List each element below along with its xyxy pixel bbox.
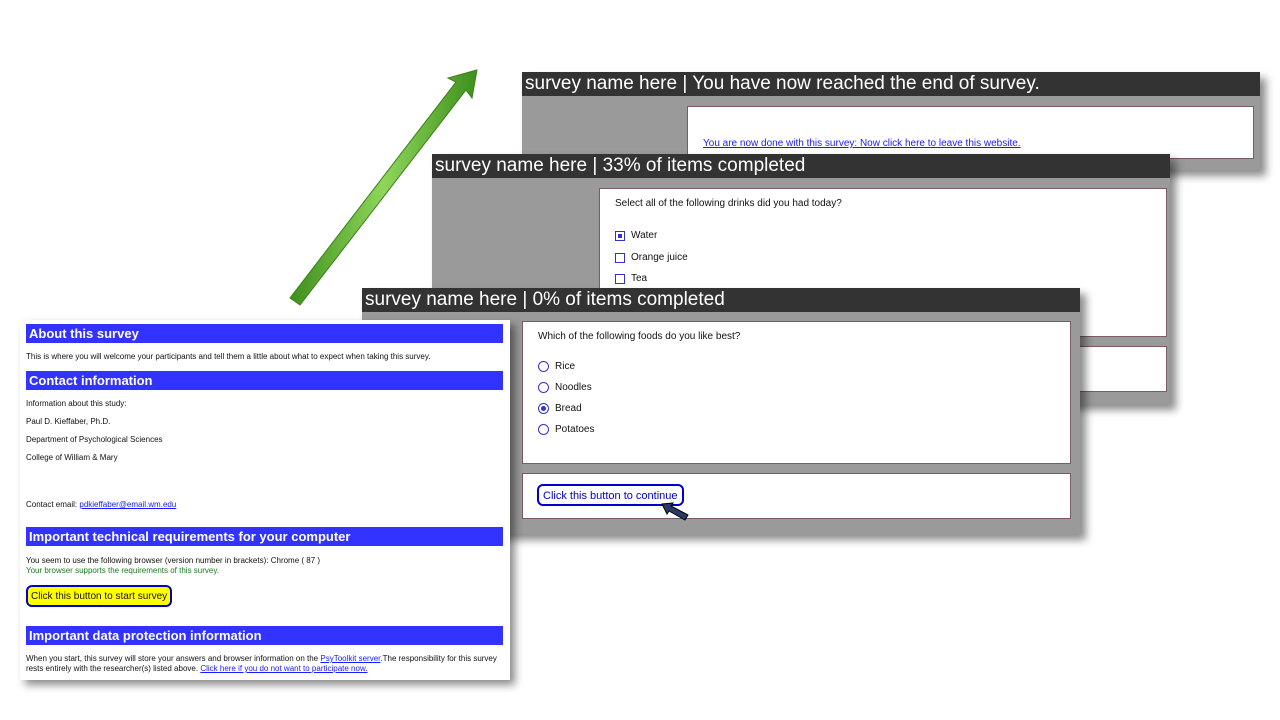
privacy-text: When you start, this survey will store y… (26, 654, 506, 674)
psytoolkit-link[interactable]: PsyToolkit server (320, 654, 380, 663)
food-option-label: Rice (555, 361, 576, 372)
privacy-text-part: When you start, this survey will store y… (26, 654, 319, 663)
food-option-label: Potatoes (555, 424, 595, 435)
survey-intro-page: About this survey This is where you will… (20, 320, 510, 680)
drinks-question: Select all of the following drinks did y… (615, 198, 842, 209)
orange-juice-checkbox[interactable] (615, 252, 625, 263)
foods-titlebar: survey name here | 0% of items completed (362, 288, 1080, 312)
food-option-bread[interactable]: Bread (538, 403, 582, 414)
contact-email-row: Contact email: pdkieffaber@email.wm.edu (26, 500, 176, 509)
drinks-titlebar: survey name here | 33% of items complete… (432, 154, 1170, 178)
mouse-pointer-icon (661, 502, 689, 521)
browser-text: You seem to use the following browser (v… (26, 556, 321, 565)
drink-option-label: Tea (631, 273, 648, 284)
browser-ok-text: Your browser supports the requirements o… (26, 566, 219, 575)
opt-out-link[interactable]: Click here if you do not want to partici… (200, 664, 367, 673)
leave-website-link[interactable]: You are now done with this survey: Now c… (703, 138, 1021, 149)
food-option-rice[interactable]: Rice (538, 361, 575, 372)
about-heading: About this survey (26, 324, 503, 343)
contact-line: Paul D. Kieffaber, Ph.D. (26, 417, 111, 426)
tea-checkbox[interactable] (615, 273, 625, 284)
drink-option-water[interactable]: Water (615, 230, 657, 241)
drink-option-label: Orange juice (631, 252, 688, 263)
food-option-label: Bread (555, 403, 582, 414)
bread-radio[interactable] (538, 403, 549, 414)
contact-heading: Contact information (26, 371, 503, 390)
noodles-radio[interactable] (538, 382, 549, 393)
drink-option-tea[interactable]: Tea (615, 273, 647, 284)
water-checkbox[interactable] (615, 230, 625, 241)
food-option-noodles[interactable]: Noodles (538, 382, 592, 393)
food-option-label: Noodles (555, 382, 592, 393)
contact-email-label: Contact email: (26, 500, 78, 509)
start-survey-button[interactable]: Click this button to start survey (26, 585, 173, 607)
foods-question-card: Which of the following foods do you like… (522, 321, 1071, 464)
contact-line: Information about this study: (26, 399, 127, 408)
potatoes-radio[interactable] (538, 424, 549, 435)
rice-radio[interactable] (538, 361, 549, 372)
contact-email-link[interactable]: pdkieffaber@email.wm.edu (79, 500, 176, 509)
drink-option-orange-juice[interactable]: Orange juice (615, 252, 688, 263)
privacy-heading: Important data protection information (26, 626, 503, 645)
end-survey-card: You are now done with this survey: Now c… (687, 106, 1254, 159)
food-option-potatoes[interactable]: Potatoes (538, 424, 594, 435)
foods-question: Which of the following foods do you like… (538, 331, 741, 342)
foods-continue-card: Click this button to continue (522, 473, 1071, 521)
about-text: This is where you will welcome your part… (26, 352, 431, 361)
contact-line: College of William & Mary (26, 453, 118, 462)
end-survey-titlebar: survey name here | You have now reached … (522, 72, 1260, 96)
tech-heading: Important technical requirements for you… (26, 527, 503, 546)
drink-option-label: Water (631, 230, 658, 241)
contact-line: Department of Psychological Sciences (26, 435, 163, 444)
